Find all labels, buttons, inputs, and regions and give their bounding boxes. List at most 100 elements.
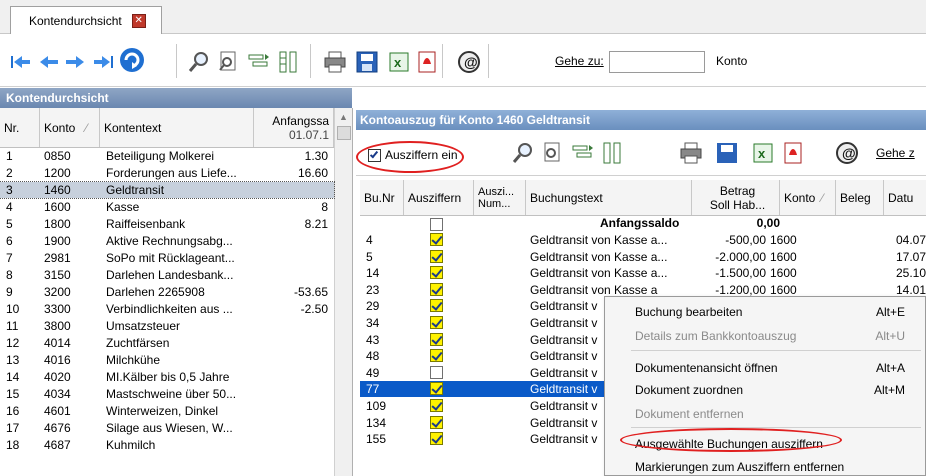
table-row[interactable]: 4 1600 Kasse 8 — [0, 199, 334, 215]
column-header-konto[interactable]: Konto ⁄ — [40, 108, 100, 147]
cell-nr: 8 — [6, 268, 13, 282]
cell-betrag: -2.000,00 — [715, 249, 766, 264]
table-row[interactable]: 17 4676 Silage aus Wiesen, W... — [0, 420, 334, 436]
table-row[interactable]: 8 3150 Darlehen Landesbank... — [0, 267, 334, 283]
checkbox[interactable] — [430, 316, 443, 329]
cell-nr: 1 — [6, 149, 13, 163]
menu-item-details-bankkontoauszug[interactable]: Details zum Bankkontoauszug — [635, 329, 796, 343]
anfangssaldo-value: 0,00 — [756, 216, 780, 230]
table-row[interactable]: 1 0850 Beteiligung Molkerei 1.30 — [0, 148, 334, 164]
scroll-up-icon: ▲ — [339, 112, 348, 122]
table-row[interactable]: 18 4687 Kuhmilch — [0, 437, 334, 453]
sort-icon[interactable] — [276, 49, 302, 75]
checkbox[interactable] — [430, 299, 443, 313]
table-row[interactable]: 6 1900 Aktive Rechnungsabg... — [0, 233, 334, 249]
last-record-icon[interactable] — [90, 49, 116, 75]
checkbox[interactable] — [430, 266, 443, 280]
column-header-anfangssaldo[interactable]: Anfangssa 01.07.1 — [254, 108, 334, 147]
column-header-ausziffern[interactable]: Ausziffern — [404, 180, 474, 215]
menu-item-dokument-entfernen[interactable]: Dokument entfernen — [635, 407, 744, 421]
cell-konto: 3800 — [44, 319, 71, 333]
menu-item-dokument-zuordnen[interactable]: Dokument zuordnen — [635, 383, 743, 397]
table-row[interactable]: 7 2981 SoPo mit Rücklageant... — [0, 250, 334, 266]
checkbox[interactable] — [430, 432, 443, 446]
help-icon[interactable]: @ — [456, 49, 482, 75]
checkbox[interactable] — [430, 415, 443, 429]
right-grid-header: Bu.Nr Ausziffern Auszi... Num... Buchungs… — [360, 180, 926, 216]
table-row[interactable]: 2 1200 Forderungen aus Liefe... 16.60 — [0, 165, 334, 181]
checkbox[interactable] — [430, 365, 443, 379]
checkbox[interactable] — [430, 349, 443, 363]
excel-export-icon[interactable]: x — [750, 140, 776, 166]
column-header-nr[interactable]: Nr. — [0, 108, 40, 147]
cell-kontentext: Raiffeisenbank — [106, 217, 186, 231]
save-icon[interactable] — [354, 49, 380, 75]
close-icon[interactable]: ✕ — [131, 13, 146, 28]
columns-icon[interactable] — [570, 140, 596, 166]
cell-kontentext: Aktive Rechnungsabg... — [106, 234, 233, 248]
table-row[interactable]: 12 4014 Zuchtfärsen — [0, 335, 334, 351]
shortcut: Alt+U — [875, 329, 905, 343]
checkbox[interactable] — [430, 399, 443, 412]
tab-kontendurchsicht[interactable]: Kontendurchsicht ✕ — [10, 6, 162, 34]
pdf-export-icon[interactable] — [414, 49, 440, 75]
shortcut: Alt+E — [875, 305, 905, 319]
checkbox[interactable] — [430, 233, 443, 246]
table-row[interactable]: 5 Geldtransit von Kasse a... -2.000,00 1600… — [360, 249, 926, 265]
column-header-datum[interactable]: Datu — [884, 180, 926, 215]
checkbox[interactable] — [430, 382, 443, 396]
checkbox[interactable] — [430, 332, 443, 346]
menu-item-dokumentenansicht[interactable]: Dokumentenansicht öffnen — [635, 361, 778, 375]
table-row[interactable]: 3 1460 Geldtransit — [0, 181, 335, 199]
checkbox[interactable] — [430, 218, 443, 231]
next-record-icon[interactable] — [62, 49, 88, 75]
print-icon[interactable] — [322, 49, 348, 75]
pdf-export-icon[interactable] — [780, 140, 806, 166]
cell-kontentext: SoPo mit Rücklageant... — [106, 251, 235, 265]
left-scrollbar[interactable]: ▲ — [334, 108, 352, 476]
column-header-bunr[interactable]: Bu.Nr — [360, 180, 404, 215]
search-icon[interactable] — [510, 140, 536, 166]
search-icon[interactable] — [186, 49, 212, 75]
menu-item-markierungen-entfernen[interactable]: Markierungen zum Ausziffern entfernen — [635, 460, 844, 474]
table-row[interactable]: 10 3300 Verbindlichkeiten aus ... -2.50 — [0, 301, 334, 317]
cell-konto: 1600 — [770, 266, 797, 281]
table-row[interactable]: 13 4016 Milchkühe — [0, 352, 334, 368]
cell-bunr: 5 — [366, 249, 373, 264]
table-row[interactable]: 5 1800 Raiffeisenbank 8.21 — [0, 216, 334, 232]
menu-item-buchung-bearbeiten[interactable]: Buchung bearbeiten — [635, 305, 742, 319]
table-row[interactable]: 11 3800 Umsatzsteuer — [0, 318, 334, 334]
previous-record-icon[interactable] — [36, 49, 62, 75]
cell-bunr: 155 — [366, 432, 387, 447]
save-icon[interactable] — [714, 140, 740, 166]
cell-kontentext: Milchkühe — [106, 353, 161, 367]
column-header-kontentext[interactable]: Kontentext — [100, 108, 254, 147]
excel-export-icon[interactable]: x — [386, 49, 412, 75]
first-record-icon[interactable] — [8, 49, 34, 75]
cell-nr: 2 — [6, 166, 13, 180]
checkbox[interactable] — [430, 249, 443, 263]
print-icon[interactable] — [678, 140, 704, 166]
table-row[interactable]: 14 4020 MI.Kälber bis 0,5 Jahre — [0, 369, 334, 385]
checkbox[interactable] — [430, 282, 443, 296]
table-row[interactable]: 4 Geldtransit von Kasse a... -500,00 1600 04… — [360, 232, 926, 248]
column-header-beleg[interactable]: Beleg — [836, 180, 884, 215]
table-row[interactable]: 14 Geldtransit von Kasse a... -1.500,00 160… — [360, 265, 926, 281]
column-header-konto[interactable]: Konto ⁄ — [780, 180, 836, 215]
cell-anfangssaldo: -2.50 — [300, 302, 328, 316]
help-icon[interactable]: @ — [834, 140, 860, 166]
table-row[interactable]: 15 4034 Mastschweine über 50... — [0, 386, 334, 402]
cell-kontentext: Kasse — [106, 200, 140, 214]
search-document-icon[interactable] — [538, 140, 564, 166]
column-header-betrag[interactable]: Betrag Soll Hab... — [692, 180, 780, 215]
refresh-icon[interactable] — [118, 47, 144, 73]
goto-input[interactable] — [609, 51, 705, 73]
search-document-icon[interactable] — [214, 49, 240, 75]
column-header-buchungstext[interactable]: Buchungstext — [526, 180, 692, 215]
columns-icon[interactable] — [246, 49, 272, 75]
cell-buchungstext: Geldtransit von Kasse a... — [530, 233, 668, 247]
table-row[interactable]: 16 4601 Winterweizen, Dinkel — [0, 403, 334, 419]
sort-icon[interactable] — [600, 140, 626, 166]
table-row[interactable]: 9 3200 Darlehen 2265908 -53.65 — [0, 284, 334, 300]
column-header-ausziffern-nummer[interactable]: Auszi... Num... — [474, 180, 526, 215]
